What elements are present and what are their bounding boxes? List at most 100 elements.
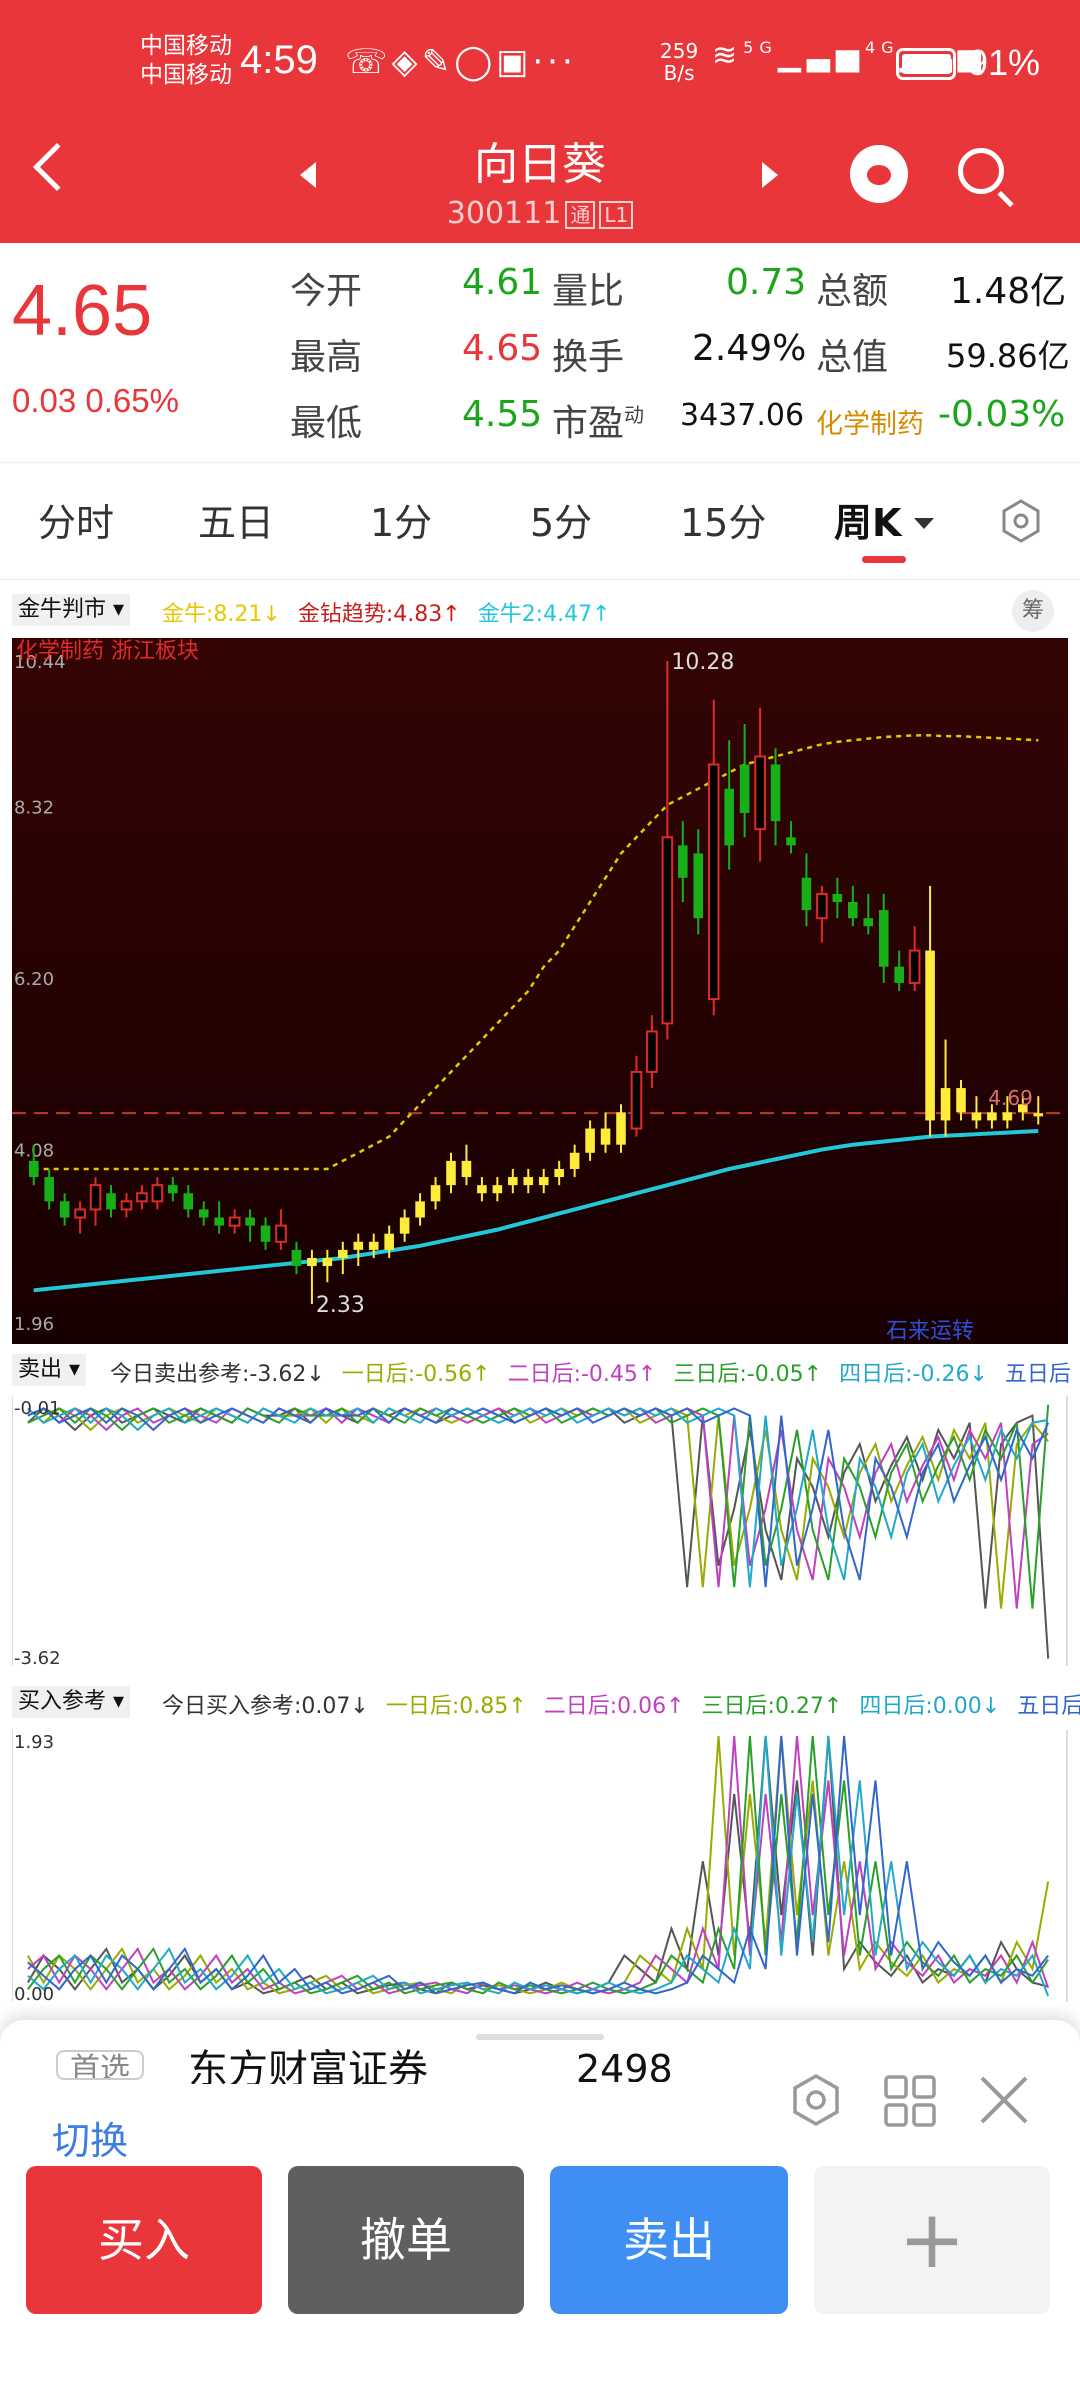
- candle-body: [106, 1193, 116, 1210]
- y-tick-label: -0.01: [14, 1398, 61, 1419]
- candle-body: [832, 893, 843, 903]
- watermark-label: 石来运转: [886, 1319, 974, 1344]
- vol-ratio-value: 0.73: [726, 262, 807, 303]
- candle-body: [754, 755, 766, 831]
- candle-body: [816, 892, 828, 920]
- candle-body: [523, 1177, 534, 1186]
- y-tick-label: 1.93: [14, 1732, 54, 1753]
- robot-assistant-icon[interactable]: [850, 145, 908, 203]
- high-annotation: 10.28: [671, 650, 734, 675]
- sector-overlay-label: 化学制药 浙江板块: [16, 639, 199, 664]
- grid-icon[interactable]: [882, 2073, 938, 2129]
- sector-label[interactable]: 化学制药: [816, 402, 924, 441]
- buy-indicator-values: 今日买入参考:0.07↓ 一日后:0.85↑ 二日后:0.06↑ 三日后:0.2…: [162, 1688, 1080, 1720]
- sell-day4: 四日后:-0.26↓: [839, 1362, 988, 1387]
- signal-5g-icon: 5G: [743, 38, 778, 57]
- pe-value: 3437.06: [680, 398, 805, 433]
- switch-broker-link[interactable]: 切换: [52, 2110, 128, 2165]
- candle-body: [925, 950, 935, 1121]
- tab-intraday[interactable]: 分时: [38, 492, 114, 547]
- buy-today: 今日买入参考:0.07↓: [162, 1694, 369, 1719]
- y-tick-label: 1.96: [14, 1314, 54, 1335]
- level-tag: L1: [599, 200, 634, 229]
- stock-code: 300111 通 L1: [390, 196, 690, 231]
- plus-icon: +: [898, 2193, 966, 2286]
- mktcap-value: 59.86亿: [946, 337, 1070, 375]
- open-label: 今开: [290, 271, 363, 312]
- prev-stock-icon[interactable]: [300, 162, 316, 188]
- candle-body: [44, 1177, 54, 1202]
- sell-button[interactable]: 卖出: [550, 2166, 788, 2314]
- broker-preferred-tag: 首选: [56, 2050, 144, 2080]
- tab-15min[interactable]: 15分: [680, 492, 766, 547]
- low-value: 4.55: [462, 394, 543, 435]
- vol-ratio-label: 量比: [552, 271, 625, 312]
- candle-body: [151, 1184, 164, 1203]
- broker-number: 2498: [576, 2047, 673, 2082]
- buy-day3: 三日后:0.27↑: [701, 1694, 843, 1719]
- sell-day2: 二日后:-0.45↑: [507, 1362, 657, 1387]
- candle-body: [492, 1185, 503, 1194]
- candle-body: [987, 1112, 997, 1121]
- candle-body: [786, 837, 796, 846]
- candle-body: [168, 1185, 178, 1194]
- candle-body: [245, 1217, 255, 1226]
- sell-reference-chart[interactable]: -0.01 -3.62: [12, 1396, 1068, 1666]
- mktcap-label: 总值: [816, 337, 889, 378]
- image-icon: ▣: [496, 42, 533, 82]
- candle-body: [630, 1070, 643, 1130]
- status-time: 4:59: [240, 38, 318, 82]
- settings-hexagon-icon[interactable]: [998, 498, 1044, 544]
- buy-indicator-select[interactable]: 买入参考 ▾: [12, 1686, 131, 1718]
- candle-body: [461, 1160, 472, 1178]
- candle-body: [878, 910, 889, 967]
- missed-call-icon: ☏: [345, 42, 392, 82]
- sell-indicator-values: 今日卖出参考:-3.62↓ 一日后:-0.56↑ 二日后:-0.45↑ 三日后:…: [110, 1356, 1080, 1388]
- status-carrier: 中国移动 中国移动: [140, 32, 232, 90]
- candle-body: [554, 1168, 564, 1178]
- sell-indicator-select[interactable]: 卖出 ▾: [12, 1354, 87, 1386]
- candle-body: [214, 1217, 224, 1226]
- candle-body: [307, 1257, 317, 1267]
- signal-4g-icon: 4G: [864, 38, 900, 57]
- add-button[interactable]: +: [814, 2166, 1050, 2314]
- kline-chart[interactable]: 10.448.326.204.081.9610.282.334.69化学制药 浙…: [12, 638, 1068, 1344]
- last-price-annotation: 4.69: [988, 1086, 1033, 1110]
- settings-hexagon-icon[interactable]: [788, 2072, 844, 2128]
- candle-body: [338, 1249, 348, 1258]
- app-icon: ◈: [391, 42, 422, 82]
- candle-body: [477, 1185, 487, 1194]
- high-label: 最高: [290, 337, 363, 378]
- buy-reference-chart[interactable]: 1.93 0.00: [12, 1730, 1068, 2002]
- ring-icon: ◯: [454, 42, 497, 82]
- candle-body: [322, 1257, 333, 1267]
- candle-body: [120, 1200, 133, 1211]
- battery-tip: [958, 57, 963, 71]
- cancel-order-button[interactable]: 撤单: [288, 2166, 524, 2314]
- chevron-down-icon[interactable]: [914, 518, 934, 529]
- tab-5min[interactable]: 5分: [530, 492, 592, 547]
- sell-today: 今日卖出参考:-3.62↓: [110, 1362, 325, 1387]
- candle-body: [661, 836, 674, 1025]
- candle-body: [600, 1128, 611, 1145]
- candle-body: [678, 845, 688, 878]
- net-speed: 259 B/s: [660, 39, 699, 85]
- y-tick-label: -3.62: [14, 1648, 61, 1666]
- low-label: 最低: [290, 403, 363, 444]
- buy-button[interactable]: 买入: [26, 2166, 262, 2314]
- top-header: 中国移动 中国移动 4:59 ☏◈✎◯▣··· 259 B/s ≋5G▁▃▅4G…: [0, 0, 1080, 243]
- search-icon[interactable]: [958, 148, 1004, 194]
- sheet-drag-handle[interactable]: [476, 2034, 604, 2040]
- candle-body: [89, 1184, 102, 1211]
- tab-weekly-k[interactable]: 周K: [834, 492, 901, 547]
- main-indicator-select[interactable]: 金牛判市 ▾: [12, 594, 131, 626]
- close-icon[interactable]: [976, 2072, 1032, 2128]
- candle-body: [430, 1185, 441, 1202]
- signal-bars-icon: ▁▃▅: [777, 38, 865, 73]
- tab-five-day[interactable]: 五日: [198, 492, 274, 547]
- candle-body: [136, 1192, 148, 1203]
- tab-1min[interactable]: 1分: [370, 492, 432, 547]
- back-icon[interactable]: [32, 142, 82, 192]
- chip-distribution-button[interactable]: 筹: [1012, 590, 1054, 632]
- next-stock-icon[interactable]: [762, 162, 778, 188]
